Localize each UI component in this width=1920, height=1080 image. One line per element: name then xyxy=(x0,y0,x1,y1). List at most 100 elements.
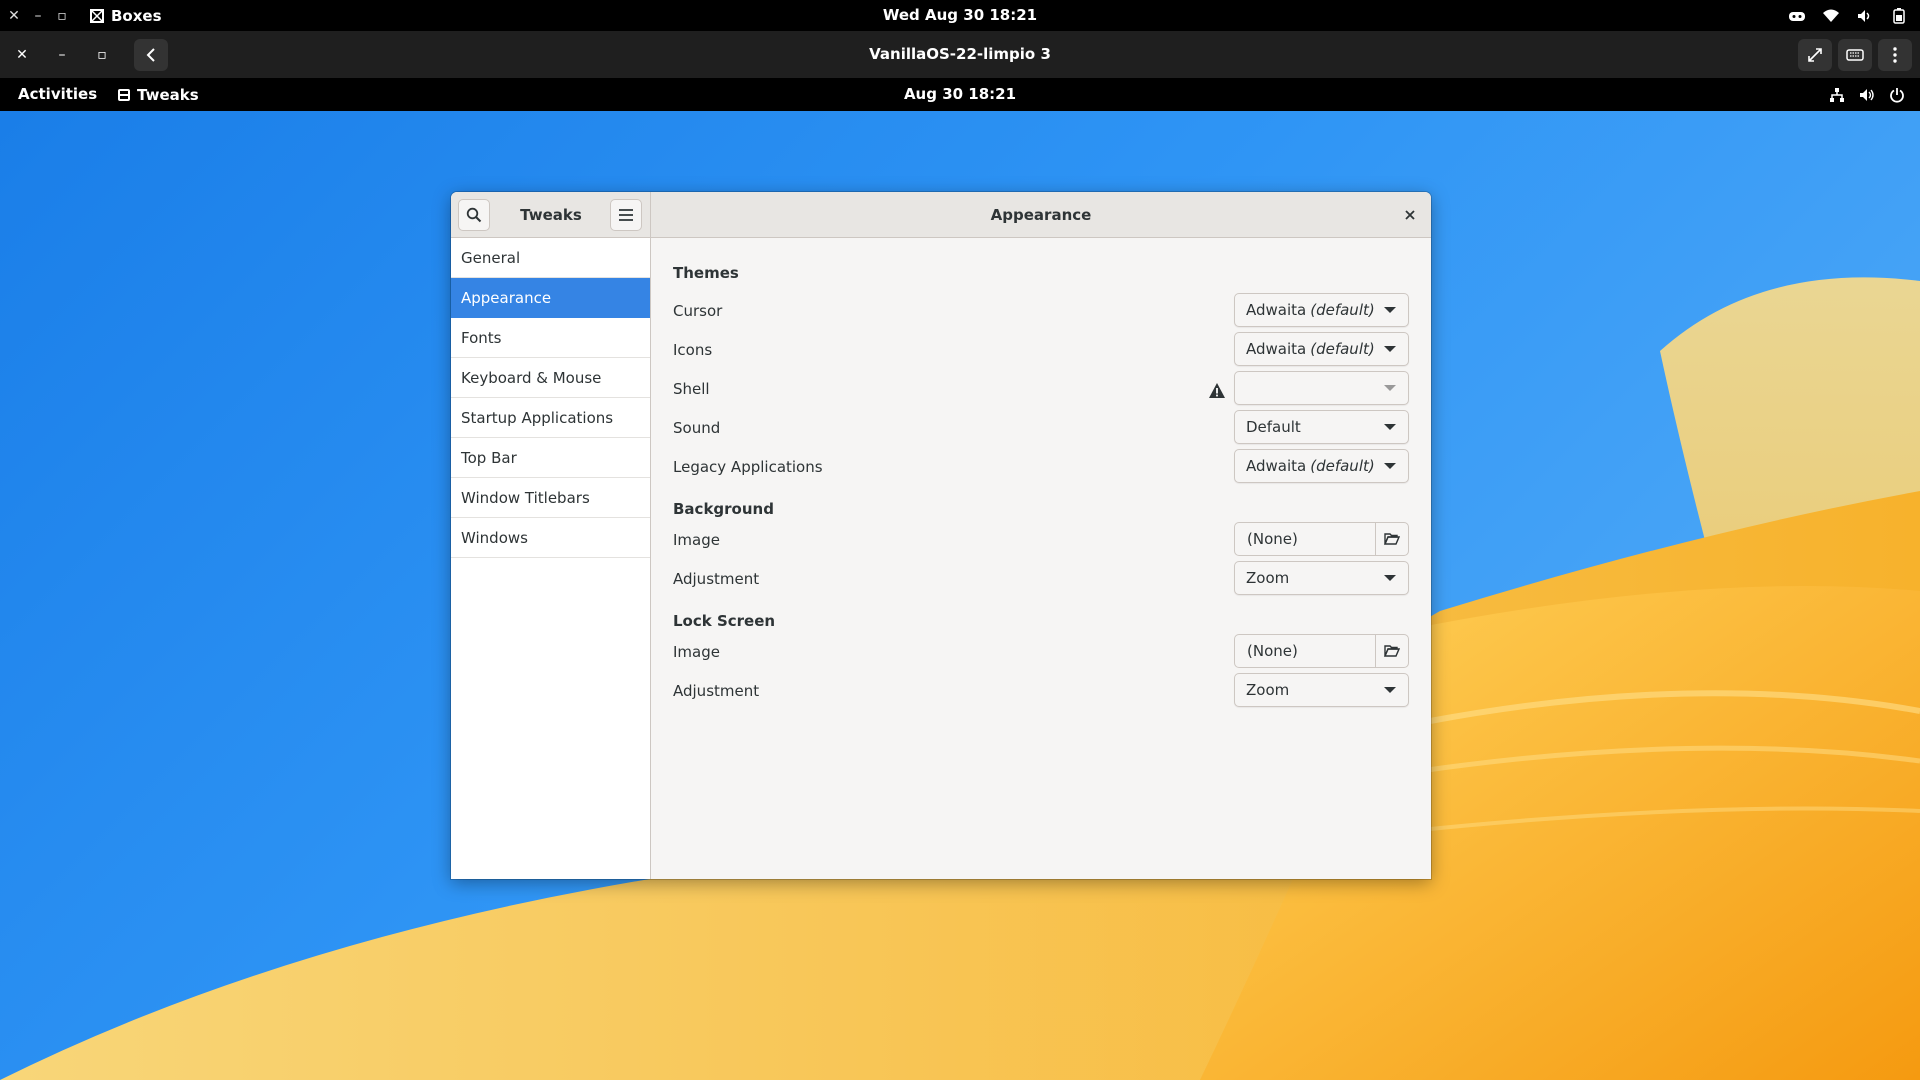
dropdown-arrow-icon xyxy=(1384,424,1396,430)
back-icon xyxy=(146,48,155,62)
vm-title: VanillaOS-22-limpio 3 xyxy=(869,45,1051,63)
menu-button[interactable] xyxy=(1878,39,1912,71)
host-top-bar: ✕ – ▫ Boxes Wed Aug 30 18:21 xyxy=(0,0,1920,31)
host-app-menu[interactable]: Boxes xyxy=(89,0,162,31)
lock-screen-heading: Lock Screen xyxy=(673,612,776,630)
background-image-label: Image xyxy=(673,531,720,549)
main-header: Appearance xyxy=(651,192,1431,238)
themes-heading: Themes xyxy=(673,264,739,282)
dropdown-arrow-icon xyxy=(1384,575,1396,581)
fullscreen-button[interactable] xyxy=(1798,39,1832,71)
minimize-icon[interactable]: – xyxy=(46,39,78,71)
host-app-name: Boxes xyxy=(111,6,162,25)
icons-theme-value: Adwaita xyxy=(1246,340,1307,358)
lock-screen-image-label: Image xyxy=(673,643,720,661)
maximize-icon[interactable]: ▫ xyxy=(51,0,73,31)
search-button[interactable] xyxy=(458,199,490,231)
close-icon[interactable]: ✕ xyxy=(3,0,25,31)
sidebar-item-keyboard-mouse[interactable]: Keyboard & Mouse xyxy=(451,358,650,398)
legacy-theme-default-tag: (default) xyxy=(1310,457,1375,475)
sidebar-item-window-titlebars[interactable]: Window Titlebars xyxy=(451,478,650,518)
power-icon xyxy=(1888,86,1906,104)
sidebar-item-fonts[interactable]: Fonts xyxy=(451,318,650,358)
sound-theme-value: Default xyxy=(1246,418,1301,436)
shell-label: Shell xyxy=(673,380,710,398)
page-title: Appearance xyxy=(990,206,1092,224)
volume-icon xyxy=(1858,86,1876,104)
divider xyxy=(1375,523,1376,555)
keyboard-icon xyxy=(1846,49,1864,61)
background-heading: Background xyxy=(673,500,774,518)
icons-theme-dropdown[interactable]: Adwaita (default) xyxy=(1234,332,1409,366)
main-menu-button[interactable] xyxy=(610,199,642,231)
host-clock[interactable]: Wed Aug 30 18:21 xyxy=(0,0,1920,31)
desktop[interactable]: Tweaks Appearance General Appearance Fon… xyxy=(0,111,1920,1080)
background-adjustment-value: Zoom xyxy=(1246,569,1290,587)
wifi-icon xyxy=(1822,7,1840,25)
dropdown-arrow-icon xyxy=(1384,463,1396,469)
appearance-panel: Themes Cursor Adwaita (default) Icons Adw… xyxy=(651,238,1431,879)
dropdown-arrow-icon xyxy=(1384,307,1396,313)
guest-app-menu[interactable]: Tweaks xyxy=(117,78,199,111)
dropdown-arrow-icon xyxy=(1384,385,1396,391)
guest-tray[interactable] xyxy=(1828,78,1906,111)
background-image-value: (None) xyxy=(1247,530,1298,548)
sidebar: General Appearance Fonts Keyboard & Mous… xyxy=(451,238,651,879)
maximize-icon[interactable]: ▫ xyxy=(86,39,118,71)
keyboard-button[interactable] xyxy=(1838,39,1872,71)
sound-theme-dropdown[interactable]: Default xyxy=(1234,410,1409,444)
background-adjustment-label: Adjustment xyxy=(673,570,760,588)
menu-icon xyxy=(1893,47,1897,63)
lock-screen-adjustment-dropdown[interactable]: Zoom xyxy=(1234,673,1409,707)
search-icon xyxy=(466,207,482,223)
dropdown-arrow-icon xyxy=(1384,346,1396,352)
background-image-chooser[interactable]: (None) xyxy=(1234,522,1409,556)
tweaks-app-icon xyxy=(118,88,130,101)
fullscreen-icon xyxy=(1808,48,1822,62)
sound-label: Sound xyxy=(673,419,721,437)
boxes-header-bar: ✕ – ▫ VanillaOS-22-limpio 3 xyxy=(0,31,1920,78)
cursor-theme-value: Adwaita xyxy=(1246,301,1307,319)
background-adjustment-dropdown[interactable]: Zoom xyxy=(1234,561,1409,595)
legacy-theme-value: Adwaita xyxy=(1246,457,1307,475)
game-controller-icon xyxy=(1788,7,1806,25)
icons-label: Icons xyxy=(673,341,713,359)
lock-screen-image-chooser[interactable]: (None) xyxy=(1234,634,1409,668)
sidebar-header: Tweaks xyxy=(451,192,651,238)
sidebar-item-top-bar[interactable]: Top Bar xyxy=(451,438,650,478)
sidebar-item-general[interactable]: General xyxy=(451,238,650,278)
folder-open-icon xyxy=(1384,533,1400,545)
warning-icon xyxy=(1209,383,1225,398)
dropdown-arrow-icon xyxy=(1384,687,1396,693)
close-icon xyxy=(1405,210,1415,220)
hamburger-menu-icon xyxy=(619,209,633,221)
shell-theme-dropdown[interactable] xyxy=(1234,371,1409,405)
legacy-theme-dropdown[interactable]: Adwaita (default) xyxy=(1234,449,1409,483)
minimize-icon[interactable]: – xyxy=(27,0,49,31)
legacy-applications-label: Legacy Applications xyxy=(673,458,823,476)
host-tray[interactable] xyxy=(1788,0,1908,31)
divider xyxy=(1375,635,1376,667)
cursor-theme-default-tag: (default) xyxy=(1310,301,1375,319)
cursor-theme-dropdown[interactable]: Adwaita (default) xyxy=(1234,293,1409,327)
guest-clock[interactable]: Aug 30 18:21 xyxy=(0,78,1920,111)
back-button[interactable] xyxy=(134,39,168,71)
sidebar-item-windows[interactable]: Windows xyxy=(451,518,650,558)
guest-app-name: Tweaks xyxy=(137,85,199,104)
battery-icon xyxy=(1890,7,1908,25)
close-icon[interactable]: ✕ xyxy=(6,39,38,71)
icons-theme-default-tag: (default) xyxy=(1310,340,1375,358)
guest-top-bar: Activities Tweaks Aug 30 18:21 xyxy=(0,78,1920,111)
network-icon xyxy=(1828,86,1846,104)
folder-open-icon xyxy=(1384,645,1400,657)
tweaks-window: Tweaks Appearance General Appearance Fon… xyxy=(451,192,1431,879)
cursor-label: Cursor xyxy=(673,302,723,320)
sidebar-item-startup-applications[interactable]: Startup Applications xyxy=(451,398,650,438)
boxes-app-icon xyxy=(90,8,104,23)
lock-screen-image-value: (None) xyxy=(1247,642,1298,660)
lock-screen-adjustment-value: Zoom xyxy=(1246,681,1290,699)
volume-icon xyxy=(1856,7,1874,25)
activities-button[interactable]: Activities xyxy=(18,78,97,111)
close-button[interactable] xyxy=(1397,202,1423,228)
sidebar-item-appearance[interactable]: Appearance xyxy=(451,278,650,318)
